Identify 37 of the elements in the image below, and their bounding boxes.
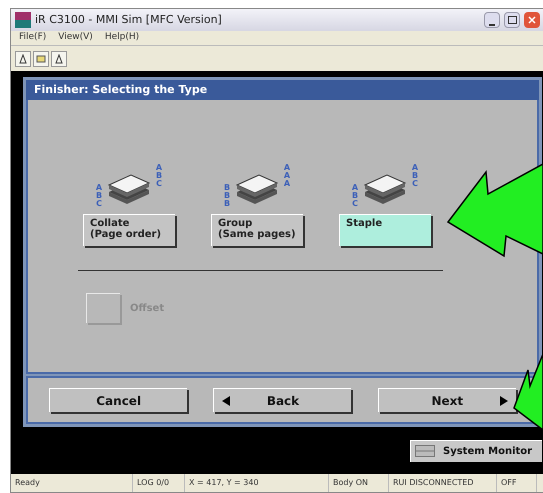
- dialog-header: Finisher: Selecting the Type: [26, 80, 539, 100]
- left-triangle-icon: [222, 396, 230, 406]
- next-button[interactable]: Next: [378, 388, 516, 412]
- stack-letters: ABC: [411, 164, 419, 188]
- stack-letters: ABC: [95, 184, 103, 208]
- finisher-type-button[interactable]: Collate (Page order): [83, 214, 175, 246]
- close-button[interactable]: [524, 12, 540, 28]
- status-bar-field: Body ON: [329, 474, 389, 492]
- app-logo-icon: [15, 12, 31, 28]
- finisher-type-button[interactable]: Staple: [339, 214, 431, 246]
- toolbar-button[interactable]: [51, 50, 67, 66]
- status-bar-field: OFF: [497, 474, 537, 492]
- stack-letters: AAA: [283, 164, 291, 188]
- finisher-type-button[interactable]: Group (Same pages): [211, 214, 303, 246]
- status-bar-field: LOG 0/0: [133, 474, 185, 492]
- stack-letters: ABC: [155, 164, 163, 188]
- toolbar-button[interactable]: [33, 50, 49, 66]
- window-title: iR C3100 - MMI Sim [MFC Version]: [35, 12, 223, 28]
- status-bar-field: X = 417, Y = 340: [185, 474, 329, 492]
- toolbar-button[interactable]: [15, 50, 31, 66]
- status-bar-field: RUI DISCONNECTED: [389, 474, 497, 492]
- minimize-icon: [489, 24, 495, 27]
- system-monitor-button[interactable]: System Monitor: [410, 440, 542, 462]
- maximize-button[interactable]: [504, 12, 520, 28]
- cancel-button[interactable]: Cancel: [49, 388, 188, 412]
- menu-item[interactable]: File(F): [19, 31, 46, 45]
- maximize-icon: [508, 16, 516, 24]
- close-icon: [528, 16, 536, 24]
- stack-letters: BBB: [223, 184, 231, 208]
- menu-item[interactable]: View(V): [58, 31, 93, 45]
- stack-letters: ABC: [351, 184, 359, 208]
- envelope-icon: [36, 54, 46, 64]
- status-bar-field: Ready: [11, 474, 133, 492]
- panel-icon: [415, 445, 435, 457]
- menu-item[interactable]: Help(H): [104, 31, 140, 45]
- minimize-button[interactable]: [484, 12, 500, 28]
- back-button[interactable]: Back: [213, 388, 352, 412]
